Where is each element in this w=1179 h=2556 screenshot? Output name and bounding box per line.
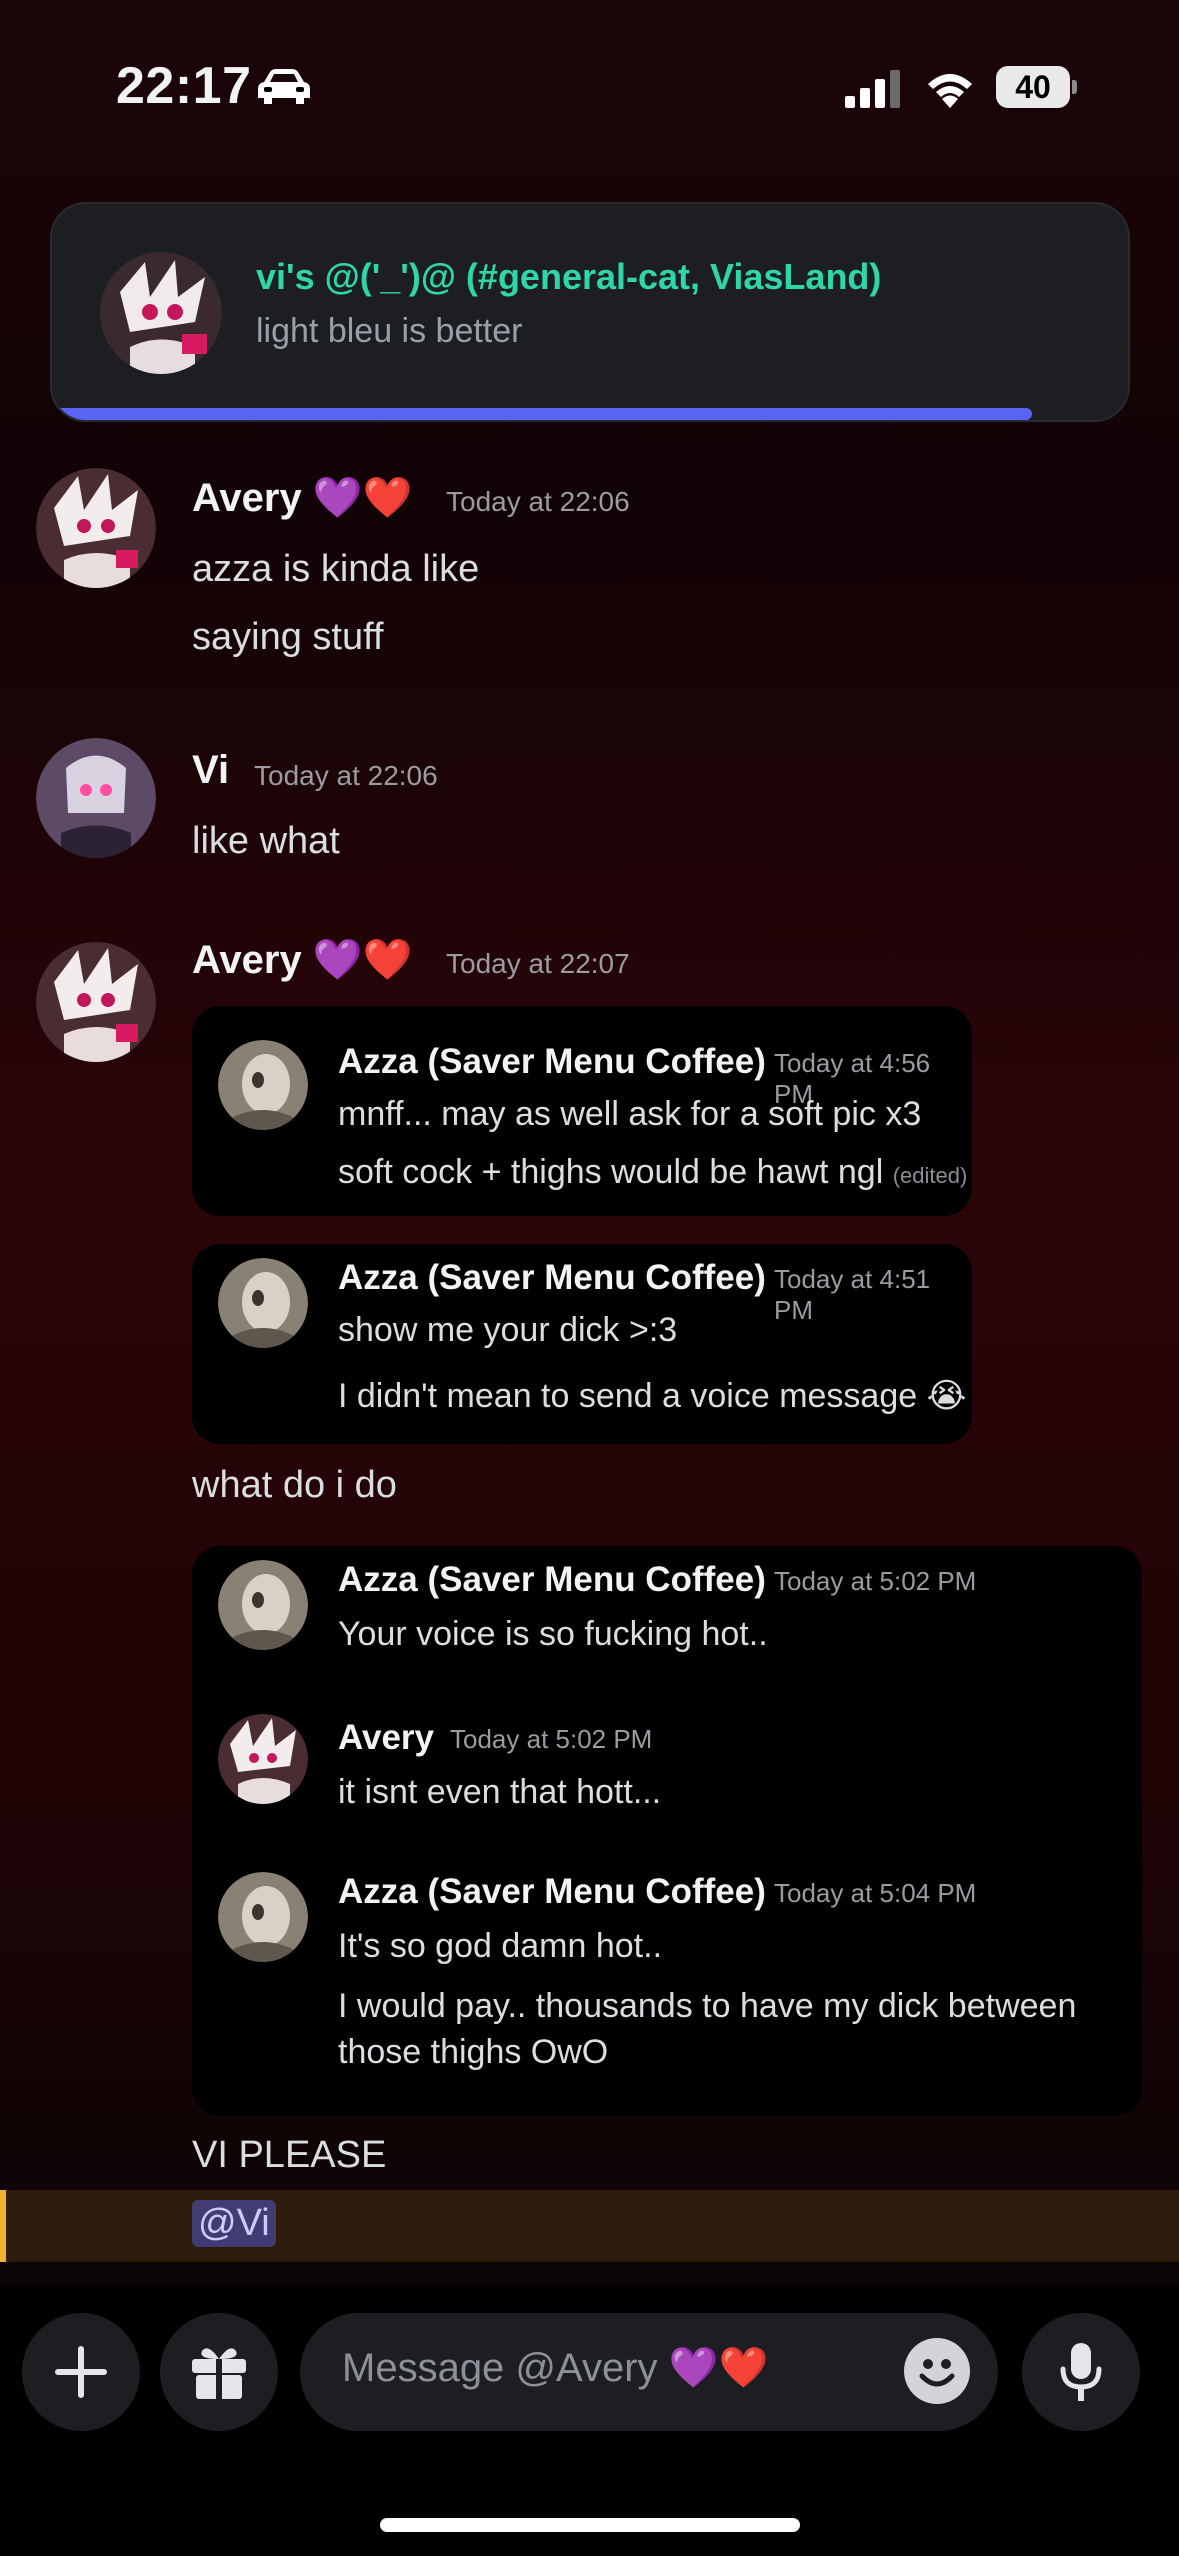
status-time: 22:17 — [116, 57, 252, 115]
embed-timestamp: Today at 5:02 PM — [450, 1724, 653, 1754]
message-timestamp: Today at 22:07 — [446, 948, 630, 979]
message-text: what do i do — [192, 1464, 397, 1506]
embed-text: soft cock + thighs would be hawt ngl (ed… — [338, 1148, 967, 1200]
avatar-vi[interactable] — [36, 738, 156, 858]
embed-text-body: soft cock + thighs would be hawt ngl — [338, 1153, 884, 1191]
embed-text: those thighs OwO — [338, 2033, 609, 2071]
avatar-azza — [218, 1872, 308, 1962]
embed-author: Azza (Saver Menu Coffee) — [338, 1258, 766, 1297]
signal-icon — [845, 70, 900, 108]
embed-text: I would pay.. thousands to have my dick … — [338, 1987, 1077, 2025]
embed-timestamp: Today at 4:51 PM — [774, 1264, 931, 1325]
plus-icon — [55, 2346, 107, 2398]
notification-body: light bleu is better — [256, 312, 523, 350]
message-author[interactable]: Vi — [192, 748, 229, 793]
message-text: saying stuff — [192, 616, 384, 658]
avatar-avery[interactable] — [36, 942, 156, 1062]
mention-highlight — [0, 2190, 1179, 2262]
message-timestamp: Today at 22:06 — [446, 486, 630, 517]
microphone-icon — [1060, 2343, 1102, 2401]
wifi-icon — [928, 74, 972, 108]
avatar-azza — [218, 1560, 308, 1650]
gift-icon — [192, 2348, 246, 2399]
embedded-screenshot[interactable]: Azza (Saver Menu Coffee) Today at 5:02 P… — [192, 1546, 1142, 2116]
add-attachment-button[interactable] — [22, 2313, 140, 2431]
voice-message-button[interactable] — [1022, 2313, 1140, 2431]
avatar-avery[interactable] — [36, 468, 156, 588]
avatar-azza — [218, 1040, 308, 1130]
avatar-avery — [218, 1714, 308, 1804]
embed-text: It's so god damn hot.. — [338, 1927, 663, 1965]
notification-banner[interactable]: vi's @('_')@ (#general-cat, ViasLand) li… — [50, 202, 1130, 422]
embed-author: Avery — [338, 1718, 434, 1757]
car-icon — [258, 69, 310, 104]
embed-author: Azza (Saver Menu Coffee) — [338, 1042, 766, 1081]
embed-timestamp: Today at 5:02 PM — [774, 1566, 977, 1596]
message-text: like what — [192, 820, 340, 862]
message-text: VI PLEASE — [192, 2134, 387, 2176]
status-bar: 22:17 40 — [0, 0, 1179, 180]
embed-text: Your voice is so fucking hot.. — [338, 1615, 768, 1653]
embedded-screenshot[interactable]: Azza (Saver Menu Coffee) Today at 4:56 P… — [192, 1006, 972, 1216]
message-text: azza is kinda like — [192, 548, 480, 590]
embed-author: Azza (Saver Menu Coffee) — [338, 1560, 766, 1599]
embed-text: I didn't mean to send a voice message 😭 — [338, 1377, 967, 1415]
battery-level: 40 — [996, 66, 1070, 108]
message-timestamp: Today at 22:06 — [254, 760, 438, 791]
avatar-azza — [218, 1258, 308, 1348]
message-author[interactable]: Avery 💜❤️ — [192, 936, 412, 983]
battery-tip — [1072, 80, 1077, 94]
emoji-button[interactable] — [904, 2338, 970, 2404]
gift-button[interactable] — [160, 2313, 278, 2431]
battery-indicator: 40 — [996, 66, 1077, 108]
user-mention[interactable]: @Vi — [192, 2200, 276, 2247]
embed-text: mnff... may as well ask for a soft pic x… — [338, 1095, 922, 1133]
edited-tag: (edited) — [892, 1163, 968, 1188]
embedded-screenshot[interactable]: Azza (Saver Menu Coffee) Today at 4:51 P… — [192, 1244, 972, 1444]
notification-progress-bar — [52, 408, 1032, 420]
message-author[interactable]: Avery 💜❤️ — [192, 474, 412, 521]
embed-text: it isnt even that hott... — [338, 1773, 662, 1811]
notification-avatar — [100, 252, 222, 374]
message-input-placeholder: Message @Avery 💜❤️ — [342, 2346, 769, 2390]
notification-title: vi's @('_')@ (#general-cat, ViasLand) — [256, 256, 882, 297]
embed-timestamp: Today at 5:04 PM — [774, 1878, 977, 1908]
smiley-icon — [919, 2359, 955, 2387]
embed-author: Azza (Saver Menu Coffee) — [338, 1872, 766, 1911]
home-indicator — [380, 2518, 800, 2532]
embed-text: show me your dick >:3 — [338, 1311, 678, 1349]
